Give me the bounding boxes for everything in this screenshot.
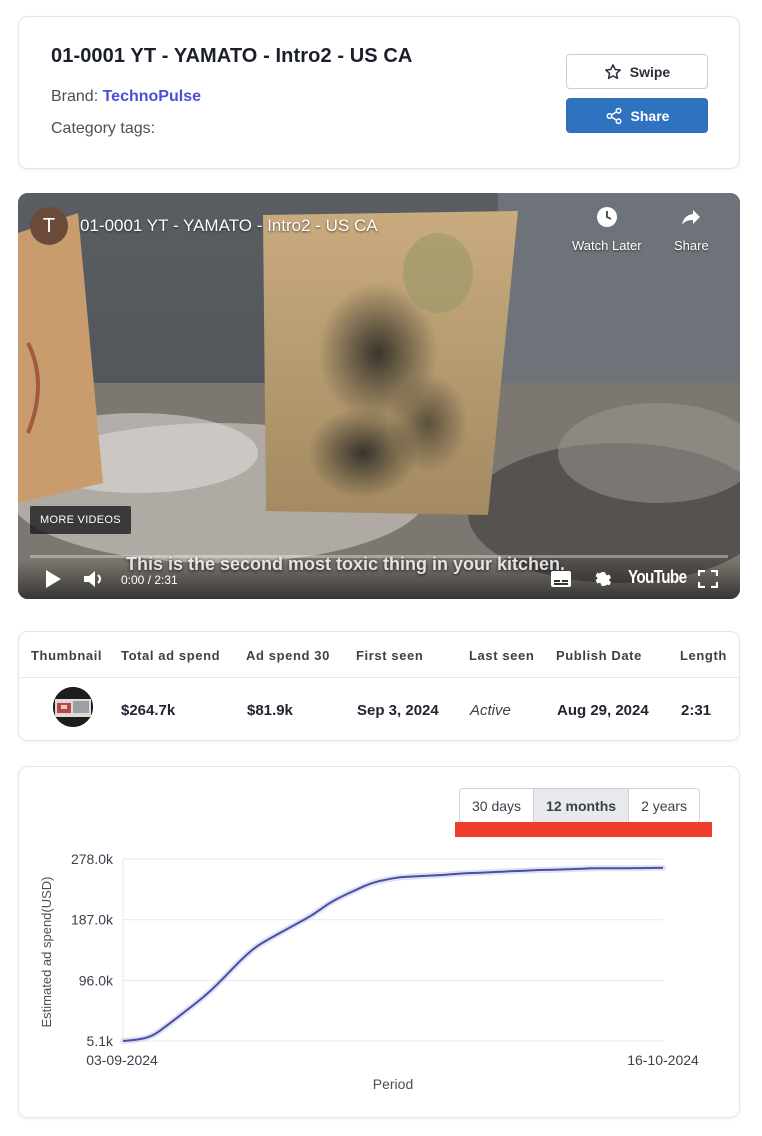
more-videos-button[interactable]: MORE VIDEOS [30, 506, 131, 534]
share-icon [605, 107, 623, 125]
x-axis-title: Period [373, 1076, 413, 1092]
fullscreen-icon[interactable] [697, 569, 719, 593]
y-axis-title: Estimated ad spend(USD) [39, 876, 54, 1027]
publish-date-value: Aug 29, 2024 [557, 702, 649, 719]
series-line [122, 866, 663, 1042]
video-title[interactable]: 01-0001 YT - YAMATO - Intro2 - US CA [80, 216, 378, 236]
ad-spend-line-chart: 278.0k 187.0k 96.0k 5.1k 03-09-2024 16-10-2… [39, 851, 699, 1092]
length-value: 2:31 [681, 702, 712, 719]
youtube-logo[interactable]: YouTube [628, 567, 687, 588]
ad-thumbnail[interactable] [53, 687, 93, 727]
ad-stats-table: Thumbnail Total ad spend Ad spend 30 Fir… [18, 631, 740, 741]
table-divider [19, 677, 739, 678]
x-tick-end: 16-10-2024 [627, 1052, 699, 1068]
video-caption: This is the second most toxic thing in y… [126, 554, 566, 574]
share-button[interactable]: Share [566, 98, 708, 133]
brand-row: Brand: TechnoPulse [51, 88, 201, 106]
brand-link[interactable]: TechnoPulse [103, 88, 201, 105]
video-frame [18, 193, 740, 599]
play-icon[interactable] [44, 569, 62, 594]
swipe-button[interactable]: Swipe [566, 54, 708, 89]
watch-later-label: Watch Later [572, 238, 642, 253]
header-publish-date: Publish Date [556, 648, 642, 663]
star-icon [604, 63, 622, 81]
y-tick-label: 187.0k [71, 912, 114, 928]
brand-label: Brand: [51, 88, 99, 105]
series-line-glow [120, 864, 666, 1044]
header-total-ad-spend: Total ad spend [121, 648, 221, 663]
header-first-seen: First seen [356, 648, 424, 663]
last-seen-value: Active [470, 702, 511, 719]
share-label: Share [630, 107, 670, 124]
header-ad-spend-30: Ad spend 30 [246, 648, 330, 663]
total-ad-spend-value: $264.7k [121, 702, 176, 719]
ad-spend-30-value: $81.9k [247, 702, 293, 719]
video-share-label: Share [674, 238, 709, 253]
y-tick-label: 96.0k [79, 972, 114, 988]
header-last-seen: Last seen [469, 648, 535, 663]
subtitles-icon[interactable] [550, 570, 572, 593]
volume-icon[interactable] [83, 569, 105, 594]
clock-icon [595, 205, 619, 232]
category-tags: Category tags: [51, 120, 156, 137]
first-seen-value: Sep 3, 2024 [357, 702, 439, 719]
watch-later-button[interactable]: Watch Later [572, 205, 642, 253]
swipe-label: Swipe [629, 63, 671, 80]
share-arrow-icon [679, 205, 703, 232]
video-player[interactable]: T 01-0001 YT - YAMATO - Intro2 - US CA W… [18, 193, 740, 599]
settings-gear-icon[interactable] [590, 568, 612, 595]
channel-avatar[interactable]: T [30, 207, 68, 245]
ad-header-card: 01-0001 YT - YAMATO - Intro2 - US CA Bra… [18, 16, 740, 169]
header-thumbnail: Thumbnail [31, 648, 103, 663]
time-display: 0:00 / 2:31 [121, 573, 178, 587]
header-length: Length [680, 648, 727, 663]
ad-title: 01-0001 YT - YAMATO - Intro2 - US CA [51, 45, 413, 67]
x-tick-start: 03-09-2024 [86, 1052, 158, 1068]
ad-spend-chart-card: 30 days 12 months 2 years 278.0k 187.0k 96… [18, 766, 740, 1118]
video-share-button[interactable]: Share [674, 205, 709, 253]
y-tick-label: 278.0k [71, 851, 114, 867]
y-tick-label: 5.1k [87, 1033, 114, 1049]
